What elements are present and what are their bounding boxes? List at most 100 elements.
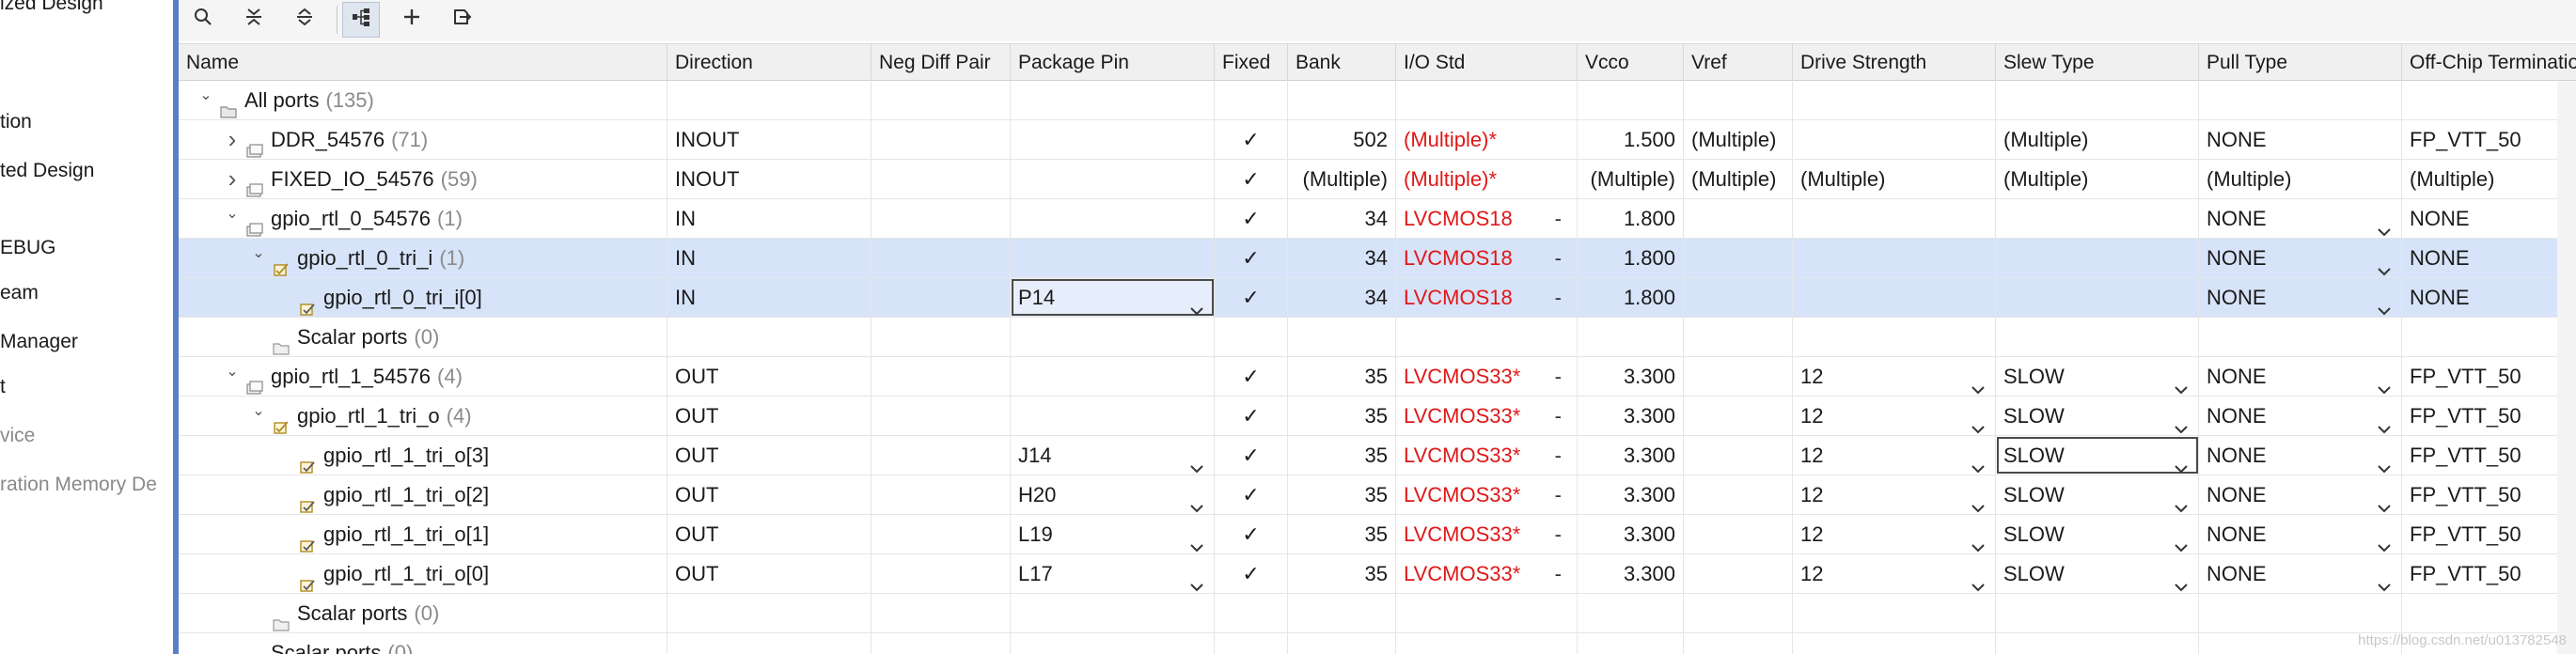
- chevron-down-icon[interactable]: [2174, 568, 2189, 593]
- chevron-down-icon[interactable]: [2174, 411, 2189, 435]
- cell-fixed[interactable]: ✓: [1215, 554, 1288, 593]
- table-row[interactable]: Scalar ports (0): [179, 633, 2557, 654]
- vertical-scrollbar[interactable]: [2557, 81, 2576, 654]
- column-header-vcco[interactable]: Vcco: [1578, 44, 1684, 82]
- cell-slew[interactable]: SLOW: [1996, 475, 2199, 514]
- cell-drive[interactable]: 12: [1793, 515, 1996, 553]
- cell-fixed[interactable]: ✓: [1215, 357, 1288, 396]
- table-row[interactable]: gpio_rtl_1_tri_o[2] OUT H20 ✓ 35 LVCMOS33* - 3.…: [179, 475, 2557, 515]
- table-row[interactable]: ⌄ gpio_rtl_1_54576 (4) OUT ✓ 35 LVCMOS33* - 3.30…: [179, 357, 2557, 397]
- sidebar-item[interactable]: Manager: [0, 331, 78, 353]
- cell-term[interactable]: FP_VTT_50: [2402, 436, 2576, 475]
- cell-pull[interactable]: NONE: [2199, 199, 2402, 238]
- cell-pull[interactable]: NONE: [2199, 357, 2402, 396]
- export-button[interactable]: [444, 2, 481, 38]
- chevron-down-icon[interactable]: ⌄: [196, 81, 216, 115]
- chevron-down-icon[interactable]: [2377, 213, 2392, 238]
- cell-iostd[interactable]: LVCMOS33* -: [1396, 515, 1578, 553]
- sidebar-item[interactable]: ration Memory De: [0, 474, 157, 496]
- dropdown-handle-icon[interactable]: -: [1555, 475, 1562, 514]
- chevron-down-icon[interactable]: [2377, 529, 2392, 553]
- chevron-down-icon[interactable]: [1971, 568, 1986, 593]
- group-by-interface-button[interactable]: [342, 2, 380, 38]
- chevron-down-icon[interactable]: [2174, 490, 2189, 514]
- cell-pull[interactable]: NONE: [2199, 397, 2402, 435]
- chevron-down-icon[interactable]: [1971, 490, 1986, 514]
- chevron-down-icon[interactable]: ⌄: [222, 357, 243, 391]
- column-header-name[interactable]: Name: [179, 44, 668, 82]
- sidebar-item[interactable]: t: [0, 376, 6, 398]
- cell-term[interactable]: FP_VTT_50: [2402, 397, 2576, 435]
- cell-term[interactable]: FP_VTT_50: [2402, 357, 2576, 396]
- table-row[interactable]: ⌄ gpio_rtl_0_tri_i (1) IN ✓ 34 LVCMOS18 - 1.800 N…: [179, 239, 2557, 278]
- cell-pull[interactable]: NONE: [2199, 278, 2402, 317]
- cell-term[interactable]: FP_VTT_50: [2402, 554, 2576, 593]
- table-row[interactable]: ⌄ gpio_rtl_1_tri_o (4) OUT ✓ 35 LVCMOS33* - 3.30…: [179, 397, 2557, 436]
- sidebar-item[interactable]: ted Design: [0, 160, 94, 182]
- cell-term[interactable]: FP_VTT_50: [2402, 515, 2576, 553]
- cell-drive[interactable]: 12: [1793, 436, 1996, 475]
- search-button[interactable]: [184, 2, 222, 38]
- dropdown-handle-icon[interactable]: -: [1555, 436, 1562, 475]
- chevron-down-icon[interactable]: [2377, 411, 2392, 435]
- column-header-vref[interactable]: Vref: [1684, 44, 1793, 82]
- chevron-down-icon[interactable]: [2377, 450, 2392, 475]
- column-header-neg[interactable]: Neg Diff Pair: [872, 44, 1011, 82]
- column-header-pin[interactable]: Package Pin: [1011, 44, 1215, 82]
- table-row[interactable]: › DDR_54576 (71) INOUT ✓ 502 (Multiple)* 1.500 (…: [179, 120, 2557, 160]
- cell-fixed[interactable]: [1215, 318, 1288, 356]
- cell-fixed[interactable]: ✓: [1215, 160, 1288, 198]
- cell-drive[interactable]: 12: [1793, 397, 1996, 435]
- cell-pull[interactable]: NONE: [2199, 554, 2402, 593]
- dropdown-handle-icon[interactable]: -: [1555, 239, 1562, 277]
- column-header-slew[interactable]: Slew Type: [1996, 44, 2199, 82]
- cell-fixed[interactable]: ✓: [1215, 436, 1288, 475]
- dropdown-handle-icon[interactable]: -: [1555, 357, 1562, 396]
- chevron-down-icon[interactable]: [1189, 568, 1204, 593]
- expand-all-button[interactable]: [286, 2, 323, 38]
- dropdown-handle-icon[interactable]: -: [1555, 554, 1562, 593]
- cell-term[interactable]: FP_VTT_50: [2402, 475, 2576, 514]
- chevron-down-icon[interactable]: [2174, 529, 2189, 553]
- table-row[interactable]: Scalar ports (0): [179, 318, 2557, 357]
- cell-term[interactable]: NONE: [2402, 239, 2576, 277]
- column-header-term[interactable]: Off-Chip Termination: [2402, 44, 2576, 82]
- cell-drive[interactable]: 12: [1793, 357, 1996, 396]
- cell-fixed[interactable]: ✓: [1215, 120, 1288, 159]
- chevron-down-icon[interactable]: [1189, 450, 1204, 475]
- chevron-down-icon[interactable]: ⌄: [222, 199, 243, 233]
- cell-pin[interactable]: L19: [1011, 515, 1215, 553]
- cell-pull[interactable]: NONE: [2199, 436, 2402, 475]
- chevron-down-icon[interactable]: [1971, 450, 1986, 475]
- chevron-down-icon[interactable]: [1189, 529, 1204, 553]
- cell-pull[interactable]: NONE: [2199, 515, 2402, 553]
- table-row[interactable]: Scalar ports (0): [179, 594, 2557, 633]
- table-row[interactable]: gpio_rtl_1_tri_o[1] OUT L19 ✓ 35 LVCMOS33* - 3.…: [179, 515, 2557, 554]
- cell-fixed[interactable]: ✓: [1215, 515, 1288, 553]
- column-header-pull[interactable]: Pull Type: [2199, 44, 2402, 82]
- table-row[interactable]: ⌄ All ports (135): [179, 81, 2557, 120]
- dropdown-handle-icon[interactable]: -: [1555, 397, 1562, 435]
- chevron-down-icon[interactable]: [2377, 292, 2392, 317]
- cell-fixed[interactable]: [1215, 594, 1288, 632]
- cell-fixed[interactable]: ✓: [1215, 397, 1288, 435]
- dropdown-handle-icon[interactable]: -: [1555, 278, 1562, 317]
- chevron-down-icon[interactable]: ⌄: [248, 397, 269, 430]
- cell-pin[interactable]: H20: [1011, 475, 1215, 514]
- chevron-down-icon[interactable]: [2377, 490, 2392, 514]
- table-row[interactable]: gpio_rtl_1_tri_o[0] OUT L17 ✓ 35 LVCMOS33* - 3.…: [179, 554, 2557, 594]
- sidebar-item[interactable]: vice: [0, 425, 35, 447]
- column-header-drive[interactable]: Drive Strength: [1793, 44, 1996, 82]
- chevron-right-icon[interactable]: ›: [222, 120, 243, 159]
- chevron-down-icon[interactable]: [1971, 529, 1986, 553]
- cell-fixed[interactable]: ✓: [1215, 278, 1288, 317]
- column-header-direction[interactable]: Direction: [668, 44, 872, 82]
- table-row[interactable]: gpio_rtl_0_tri_i[0] IN P14 ✓ 34 LVCMOS18 - 1.80…: [179, 278, 2557, 318]
- table-row[interactable]: ⌄ gpio_rtl_0_54576 (1) IN ✓ 34 LVCMOS18 - 1.800 N…: [179, 199, 2557, 239]
- cell-fixed[interactable]: [1215, 81, 1288, 119]
- cell-iostd[interactable]: LVCMOS33* -: [1396, 397, 1578, 435]
- chevron-right-icon[interactable]: ›: [222, 160, 243, 198]
- cell-iostd[interactable]: LVCMOS18 -: [1396, 239, 1578, 277]
- chevron-down-icon[interactable]: [1189, 292, 1204, 317]
- chevron-down-icon[interactable]: [2174, 371, 2189, 396]
